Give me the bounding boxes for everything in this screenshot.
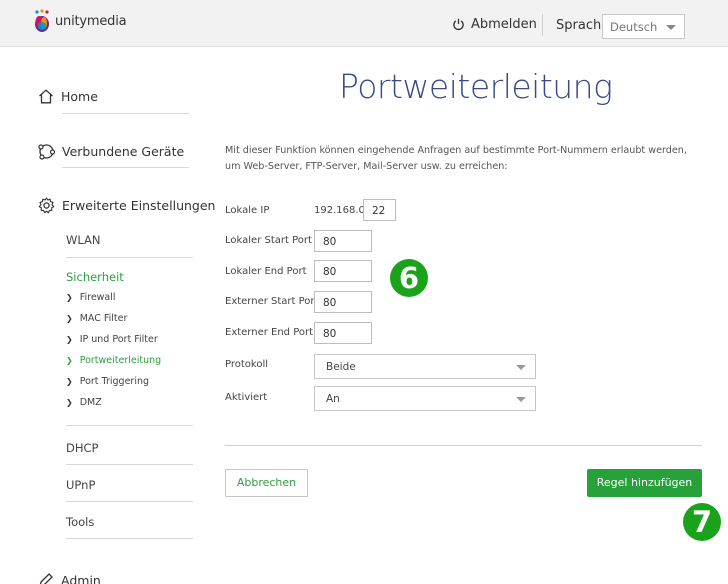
sidebar-item-label: Portweiterleitung xyxy=(79,355,162,366)
language-select[interactable]: Deutsch xyxy=(602,14,685,39)
sidebar-item-upnp[interactable]: UPnP xyxy=(66,478,95,492)
chevron-right-icon: ❯ xyxy=(66,377,73,386)
chevron-right-icon: ❯ xyxy=(66,398,73,407)
page-description: Mit dieser Funktion können eingehende An… xyxy=(225,145,687,172)
external-end-port-input[interactable]: 80 xyxy=(314,322,372,344)
sidebar-item-label: Firewall xyxy=(79,292,116,303)
sidebar-item-tools[interactable]: Tools xyxy=(66,515,94,529)
sidebar-item-devices[interactable]: Verbundene Geräte xyxy=(38,143,184,160)
logout-label: Abmelden xyxy=(471,17,537,32)
language-value: Deutsch xyxy=(610,20,658,34)
add-rule-button[interactable]: Regel hinzufügen xyxy=(587,469,702,497)
local-start-port-label: Lokaler Start Port xyxy=(225,235,312,246)
sidebar-item-dmz[interactable]: ❯ DMZ xyxy=(66,397,102,408)
sidebar-item-label: Erweiterte Einstellungen xyxy=(62,198,216,213)
chevron-down-icon xyxy=(666,25,676,30)
sidebar-item-wlan[interactable]: WLAN xyxy=(66,233,101,247)
sidebar-item-mac-filter[interactable]: ❯ MAC Filter xyxy=(66,313,127,324)
sidebar-item-label: Port Triggering xyxy=(79,376,150,387)
sidebar-item-label: Admin xyxy=(61,572,101,584)
external-end-port-label: Externer End Port xyxy=(225,327,314,338)
local-start-port-input[interactable]: 80 xyxy=(314,230,372,252)
sidebar-item-advanced-settings[interactable]: Erweiterte Einstellungen xyxy=(38,197,215,214)
sidebar-item-label: Verbundene Geräte xyxy=(62,144,185,159)
protocol-label: Protokoll xyxy=(225,359,269,370)
unitymedia-logo[interactable]: unitymedia xyxy=(33,9,127,33)
sidebar-item-security[interactable]: Sicherheit xyxy=(66,270,124,284)
sidebar-item-port-forwarding[interactable]: ❯ Portweiterleitung xyxy=(66,355,161,366)
chevron-right-icon: ❯ xyxy=(66,335,73,344)
sidebar-item-home[interactable]: Home xyxy=(38,89,98,104)
chevron-right-icon: ❯ xyxy=(66,356,73,365)
chevron-right-icon: ❯ xyxy=(66,314,73,323)
sidebar-divider xyxy=(62,113,189,114)
logout-button[interactable]: Abmelden xyxy=(452,17,537,32)
sidebar-divider xyxy=(66,501,193,502)
top-header: unitymedia Abmelden Sprache Deutsch xyxy=(0,0,728,47)
gear-icon xyxy=(38,197,55,214)
sidebar-item-ip-port-filter[interactable]: ❯ IP und Port Filter xyxy=(66,334,158,345)
sidebar-item-label: Home xyxy=(61,89,98,104)
sidebar-item-port-triggering[interactable]: ❯ Port Triggering xyxy=(66,376,149,387)
enabled-value: An xyxy=(326,393,340,405)
local-ip-label: Lokale IP xyxy=(225,205,270,216)
chevron-down-icon xyxy=(516,365,526,370)
protocol-value: Beide xyxy=(326,361,356,373)
protocol-select[interactable]: Beide xyxy=(314,354,536,379)
local-ip-input[interactable]: 22 xyxy=(363,199,396,221)
sidebar-item-admin[interactable]: Admin xyxy=(38,572,101,584)
sidebar-divider xyxy=(62,167,189,168)
sidebar-divider xyxy=(66,538,193,539)
header-divider xyxy=(542,14,543,36)
chevron-right-icon: ❯ xyxy=(66,293,73,302)
power-icon xyxy=(453,18,464,31)
pencil-icon xyxy=(39,573,53,584)
devices-icon xyxy=(38,144,55,160)
sidebar-item-label: DMZ xyxy=(79,397,102,408)
sidebar-divider xyxy=(66,464,193,465)
page-title: Portweiterleitung xyxy=(339,67,613,106)
local-end-port-input[interactable]: 80 xyxy=(314,260,372,282)
step-7-badge: 7 xyxy=(683,503,721,541)
sidebar-item-label: MAC Filter xyxy=(79,313,128,324)
sidebar-divider xyxy=(66,425,193,426)
enabled-select[interactable]: An xyxy=(314,386,536,411)
local-ip-prefix: 192.168.0. xyxy=(314,205,369,216)
form-divider xyxy=(225,445,702,446)
unitymedia-logo-icon xyxy=(35,9,49,32)
step-6-badge: 6 xyxy=(390,259,428,297)
sidebar-item-firewall[interactable]: ❯ Firewall xyxy=(66,292,116,303)
external-start-port-label: Externer Start Port xyxy=(225,296,319,307)
enabled-label: Aktiviert xyxy=(225,392,268,403)
local-end-port-label: Lokaler End Port xyxy=(225,266,307,277)
sidebar-item-label: IP und Port Filter xyxy=(79,334,158,345)
sidebar-item-dhcp[interactable]: DHCP xyxy=(66,441,98,455)
external-start-port-input[interactable]: 80 xyxy=(314,291,372,313)
cancel-button[interactable]: Abbrechen xyxy=(225,469,308,497)
sidebar-divider xyxy=(66,257,193,258)
logo-text: unitymedia xyxy=(55,13,127,29)
home-icon xyxy=(39,89,53,104)
chevron-down-icon xyxy=(516,397,526,402)
